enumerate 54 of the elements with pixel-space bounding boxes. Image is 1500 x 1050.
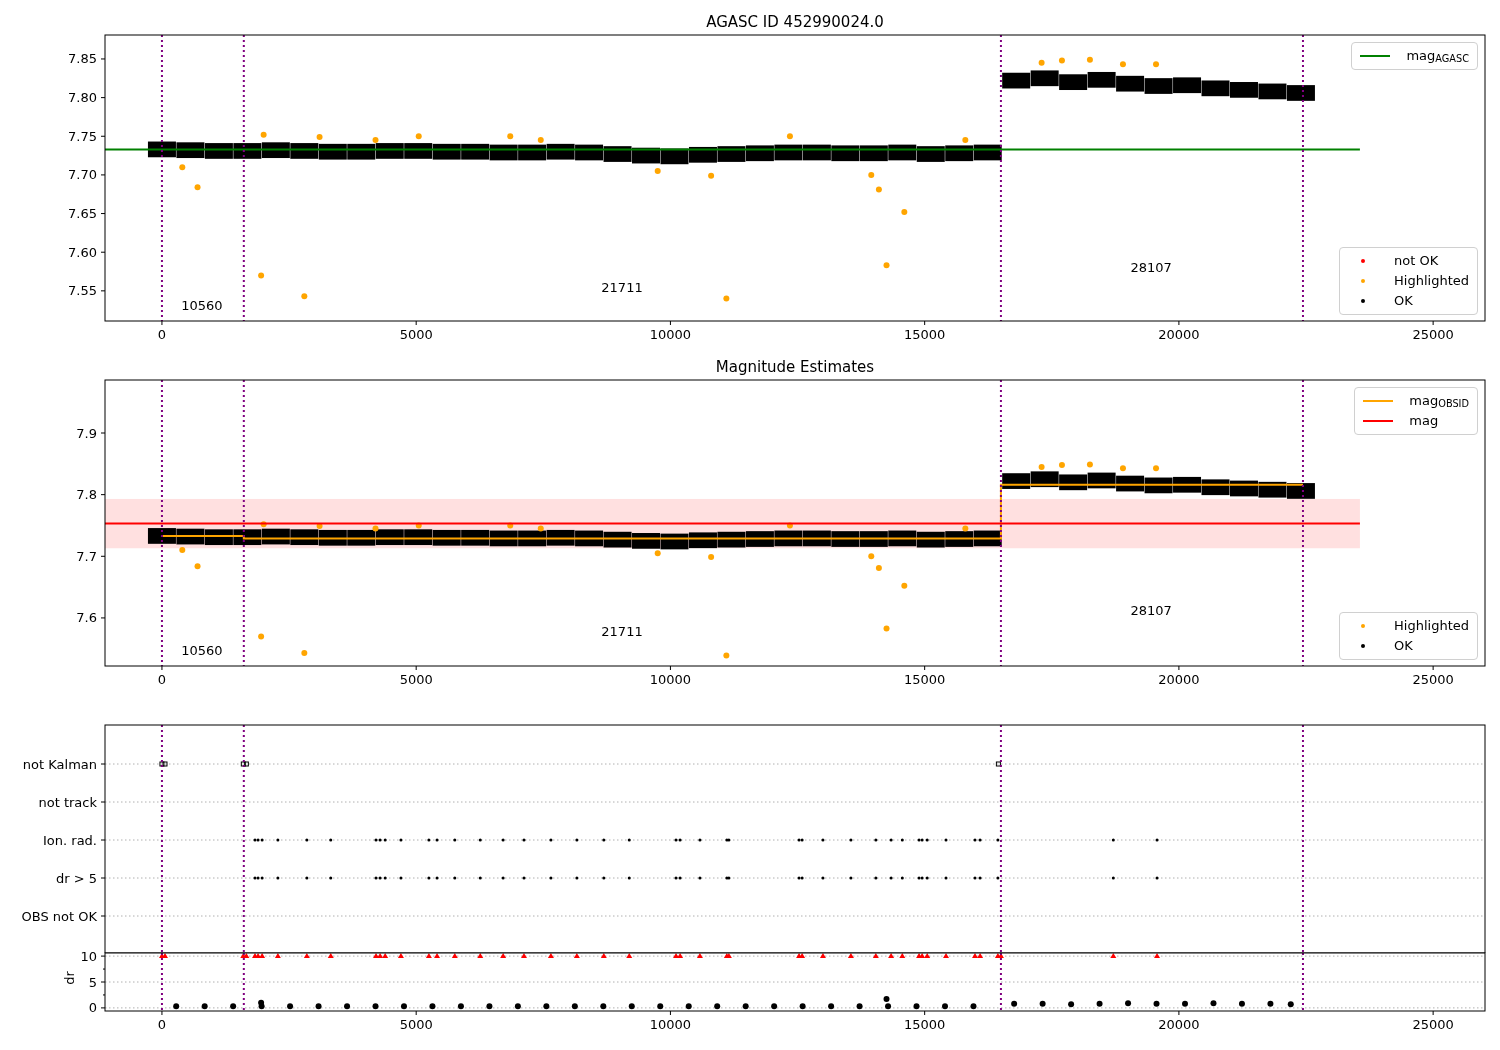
tick-label: 0	[88, 1000, 97, 1016]
chart-title: AGASC ID 452990024.0	[706, 13, 884, 31]
tick-label: 7.8	[76, 487, 97, 503]
obsid-label: 10560	[181, 642, 223, 658]
legend-label: mag$_{AGASC}$	[1406, 47, 1469, 65]
tick-label: 25000	[1412, 327, 1454, 342]
tick-label: 15000	[904, 1017, 946, 1032]
tick-label: 7.70	[68, 167, 97, 183]
flag-row-label: Ion. rad.	[43, 832, 97, 848]
tick-label: 0	[157, 327, 167, 342]
legend-label: mag	[1409, 412, 1439, 430]
tick-label: 7.6	[76, 610, 97, 626]
obsid-label: 21711	[601, 624, 643, 640]
tick-label: 7.75	[68, 128, 97, 144]
obsid-label: 28107	[1130, 259, 1172, 275]
tick-label: 5000	[399, 327, 433, 342]
tick-label: 5	[88, 974, 97, 990]
tick-label: 0	[157, 672, 167, 687]
legend-label: Highlighted	[1394, 617, 1469, 635]
tick-label: 5000	[399, 1017, 433, 1032]
tick-label: 20000	[1158, 1017, 1200, 1032]
tick-label: 25000	[1412, 1017, 1454, 1032]
tick-label: 7.60	[68, 244, 97, 260]
legend-label: OK	[1394, 637, 1413, 655]
flag-row-label: not track	[38, 794, 97, 810]
tick-label: 0	[157, 1017, 167, 1032]
tick-label: 7.55	[68, 283, 97, 299]
tick-label: 10000	[649, 672, 692, 687]
tick-label: 15000	[904, 672, 946, 687]
flag-row-label: dr > 5	[55, 870, 97, 886]
tick-label: 15000	[904, 327, 946, 342]
tick-label: 7.7	[76, 548, 97, 564]
tick-label: 25000	[1412, 672, 1454, 687]
tick-label: 7.85	[68, 51, 97, 67]
legend-label: not OK	[1394, 252, 1439, 270]
obsid-label: 21711	[601, 280, 643, 296]
tick-label: 10	[80, 948, 97, 964]
tick-label: 7.80	[68, 90, 97, 106]
tick-label: 20000	[1158, 672, 1200, 687]
legend-label: mag$_{OBSID}$	[1409, 392, 1469, 410]
chart-title: Magnitude Estimates	[715, 358, 875, 376]
axis-label: dr	[62, 971, 77, 985]
tick-label: 5000	[399, 672, 433, 687]
tick-label: 7.65	[68, 206, 97, 222]
flag-row-label: OBS not OK	[21, 908, 97, 924]
legend-label: Highlighted	[1394, 272, 1469, 290]
tick-label: 10000	[649, 1017, 692, 1032]
tick-label: 10000	[649, 327, 692, 342]
obsid-label: 28107	[1130, 602, 1172, 618]
tick-label: 20000	[1158, 327, 1200, 342]
legend-label: OK	[1394, 292, 1413, 310]
flag-row-label: not Kalman	[22, 756, 97, 772]
tick-label: 7.9	[76, 425, 97, 441]
obsid-label: 10560	[181, 298, 223, 314]
